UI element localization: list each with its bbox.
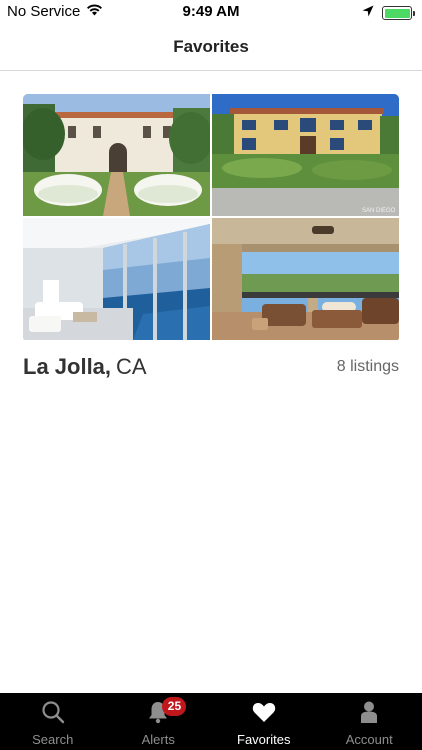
covered-patio-photo <box>212 218 399 340</box>
navigation-bar: Favorites <box>0 24 422 71</box>
mediterranean-villa-photo <box>23 94 210 216</box>
tab-favorites[interactable]: Favorites <box>211 693 317 750</box>
tab-account[interactable]: Account <box>317 693 422 750</box>
tab-alerts[interactable]: 25 Alerts <box>106 693 212 750</box>
battery-icon <box>382 6 415 20</box>
person-icon <box>356 699 382 730</box>
photo-collage[interactable]: SAN DIEGO <box>23 94 399 342</box>
page-title: Favorites <box>173 37 249 56</box>
yellow-house-photo: SAN DIEGO <box>212 94 399 216</box>
tab-search[interactable]: Search <box>0 693 106 750</box>
tab-account-label: Account <box>345 732 393 747</box>
tab-alerts-label: Alerts <box>141 732 175 747</box>
location-title: La Jolla, CA <box>23 354 147 380</box>
alerts-badge: 25 <box>162 697 187 716</box>
status-time: 9:49 AM <box>182 3 240 20</box>
tab-search-label: Search <box>32 732 74 747</box>
heart-icon <box>251 699 277 730</box>
tab-favorites-label: Favorites <box>237 732 291 747</box>
tab-bar: Search 25 Alerts Favorites Account <box>0 693 422 750</box>
state-name: CA <box>116 354 147 379</box>
status-right <box>362 4 415 22</box>
city-name: La Jolla, <box>23 354 112 379</box>
status-bar: No Service 9:49 AM <box>0 0 422 24</box>
ocean-view-living-room-photo <box>23 218 210 340</box>
favorite-card-footer: La Jolla, CA 8 listings <box>23 342 399 392</box>
battery-fill <box>384 8 410 18</box>
photo-watermark: SAN DIEGO <box>362 208 396 214</box>
favorite-card[interactable]: SAN DIEGO La Jolla, CA 8 listings <box>23 94 399 392</box>
location-arrow-icon <box>362 4 374 22</box>
listing-count: 8 listings <box>336 358 399 375</box>
search-icon <box>40 699 66 730</box>
